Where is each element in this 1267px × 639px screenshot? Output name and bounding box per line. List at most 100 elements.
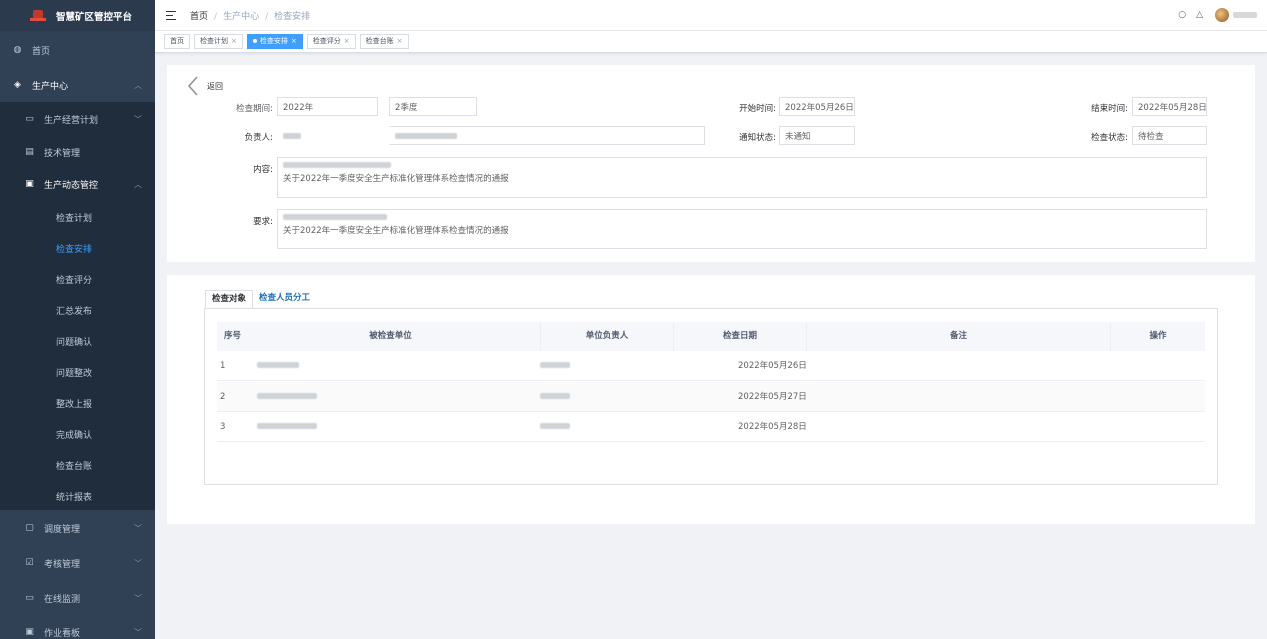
sidebar-subitem-label: 汇总发布 xyxy=(56,306,93,317)
bell-icon[interactable]: △ xyxy=(1196,10,1203,20)
sidebar-item-monitoring[interactable]: ▭ 在线监测 ﹀ xyxy=(0,587,155,609)
table-header: 序号 被检查单位 单位负责人 检查日期 备注 操作 xyxy=(217,322,1205,351)
requirement-text: 关于2022年一季度安全生产标准化管理体系检查情况的通报 xyxy=(283,226,509,236)
col-header-action: 操作 xyxy=(1111,322,1205,351)
breadcrumb-item-production-center[interactable]: 生产中心 xyxy=(223,12,259,22)
chevron-left-icon xyxy=(187,76,198,96)
navbar: 首页 / 生产中心 / 检查安排 ○ △ xyxy=(155,0,1267,31)
table-row[interactable]: 3 2022年05月28日 xyxy=(217,412,1205,442)
year-field[interactable]: 2022年 xyxy=(277,97,378,116)
logo-icon xyxy=(30,9,46,22)
username-blurred[interactable] xyxy=(1233,12,1257,18)
back-label: 返回 xyxy=(207,81,223,91)
cell-date: 2022年05月27日 xyxy=(738,392,807,402)
sidebar: 智慧矿区管控平台 ◍ 首页 ◈ 生产中心 ︿ ▭ 生产经营计划 ﹀ ▤ 技术管理… xyxy=(0,0,155,639)
tag-check-ledger[interactable]: 检查台账 × xyxy=(359,34,409,49)
blurred-text xyxy=(283,162,391,168)
avatar[interactable] xyxy=(1215,8,1229,22)
content-textarea[interactable]: 关于2022年一季度安全生产标准化管理体系检查情况的通报 xyxy=(277,157,1207,198)
end-time-field[interactable]: 2022年05月28日 xyxy=(1132,97,1207,116)
sidebar-item-dispatch[interactable]: ▢ 调度管理 ﹀ xyxy=(0,517,155,539)
check-status-field[interactable]: 待检查 xyxy=(1132,126,1207,145)
breadcrumb: 首页 / 生产中心 / 检查安排 xyxy=(190,11,311,22)
sidebar-item-label: 调度管理 xyxy=(44,524,81,535)
sidebar-item-work-board[interactable]: ▣ 作业看板 ﹀ xyxy=(0,621,155,639)
blurred-text xyxy=(540,362,570,368)
start-time-field[interactable]: 2022年05月26日 xyxy=(779,97,855,116)
sidebar-subitem-check-arrangement[interactable]: 检查安排 xyxy=(0,237,155,259)
tab-inspection-target[interactable]: 检查对象 xyxy=(205,290,254,308)
table-body: 1 2022年05月26日 2 2022年05月27日 3 2022年05月28… xyxy=(217,351,1205,443)
col-header-date: 检查日期 xyxy=(674,322,807,351)
requirement-label: 要求: xyxy=(253,217,273,227)
detail-form-card: 返回 检查期间: 2022年 2季度 开始时间: 2022年05月26日 结束时… xyxy=(167,65,1255,262)
col-header-no: 序号 xyxy=(217,322,241,351)
tab-panel: 序号 被检查单位 单位负责人 检查日期 备注 操作 1 2022年05月26日 … xyxy=(204,308,1218,485)
sidebar-item-production-center[interactable]: ◈ 生产中心 ︿ xyxy=(0,73,155,97)
sidebar-item-dynamic-control[interactable]: ▣ 生产动态管控 ︿ xyxy=(0,173,155,195)
sidebar-item-tech-management[interactable]: ▤ 技术管理 xyxy=(0,141,155,163)
tag-home[interactable]: 首页 xyxy=(164,34,190,49)
close-icon[interactable]: × xyxy=(231,37,237,45)
blurred-text xyxy=(283,214,387,220)
blurred-text xyxy=(257,423,317,429)
sidebar-subitem-check-plan[interactable]: 检查计划 xyxy=(0,206,155,228)
sidebar-item-label: 首页 xyxy=(32,46,51,57)
check-status-label: 检查状态: xyxy=(1091,133,1128,143)
tag-check-plan[interactable]: 检查计划 × xyxy=(194,34,243,49)
sidebar-subitem-complete-confirm[interactable]: 完成确认 xyxy=(0,423,155,445)
dashboard-icon: ◍ xyxy=(13,45,22,55)
sidebar-subitem-label: 问题确认 xyxy=(56,337,93,348)
cell-no: 1 xyxy=(220,361,226,371)
sidebar-subitem-fix-report[interactable]: 整改上报 xyxy=(0,392,155,414)
tabs: 检查对象 检查人员分工 xyxy=(205,290,317,308)
requirement-textarea[interactable]: 关于2022年一季度安全生产标准化管理体系检查情况的通报 xyxy=(277,209,1207,249)
table-row[interactable]: 2 2022年05月27日 xyxy=(217,382,1205,412)
clipboard-icon: ▤ xyxy=(25,147,34,157)
owner-label: 负责人: xyxy=(244,133,273,143)
sidebar-item-home[interactable]: ◍ 首页 xyxy=(0,39,155,61)
sidebar-item-label: 技术管理 xyxy=(44,148,81,159)
blurred-text xyxy=(257,362,299,368)
blurred-text xyxy=(540,423,570,429)
inspection-card: 检查对象 检查人员分工 序号 被检查单位 单位负责人 检查日期 备注 操作 1 … xyxy=(167,275,1255,524)
owner-detail-field[interactable] xyxy=(389,126,705,145)
period-label: 检查期间: xyxy=(236,104,273,114)
sidebar-subitem-label: 统计报表 xyxy=(56,492,93,503)
tab-staff-assignment[interactable]: 检查人员分工 xyxy=(253,290,317,308)
chevron-down-icon: ﹀ xyxy=(134,627,142,637)
sidebar-item-label: 生产动态管控 xyxy=(44,180,99,191)
close-icon[interactable]: × xyxy=(291,37,297,45)
sidebar-subitem-issue-confirm[interactable]: 问题确认 xyxy=(0,330,155,352)
tag-label: 检查评分 xyxy=(312,37,341,45)
content-text: 关于2022年一季度安全生产标准化管理体系检查情况的通报 xyxy=(283,174,509,184)
sidebar-item-operation-plan[interactable]: ▭ 生产经营计划 ﹀ xyxy=(0,108,155,130)
sidebar-subitem-issue-fix[interactable]: 问题整改 xyxy=(0,361,155,383)
search-icon[interactable]: ○ xyxy=(1178,10,1186,20)
back-button[interactable]: 返回 xyxy=(187,75,223,97)
sidebar-subitem-summary-publish[interactable]: 汇总发布 xyxy=(0,299,155,321)
chevron-down-icon: ﹀ xyxy=(134,114,142,124)
col-header-remark: 备注 xyxy=(807,322,1111,351)
tag-check-arrangement[interactable]: 检查安排 × xyxy=(246,34,303,49)
main-area: 首页 / 生产中心 / 检查安排 ○ △ 首页 检查计划 × 检查安排 × 检查评分 × 检查… xyxy=(155,0,1267,639)
close-icon[interactable]: × xyxy=(344,37,350,45)
tag-check-score[interactable]: 检查评分 × xyxy=(306,34,356,49)
sidebar-subitem-label: 问题整改 xyxy=(56,368,93,379)
quarter-field[interactable]: 2季度 xyxy=(389,97,477,116)
sidebar-subitem-check-score[interactable]: 检查评分 xyxy=(0,268,155,290)
sidebar-subitem-stat-report[interactable]: 统计报表 xyxy=(0,485,155,507)
sidebar-item-assessment[interactable]: ☑ 考核管理 ﹀ xyxy=(0,552,155,574)
table-row[interactable]: 1 2022年05月26日 xyxy=(217,351,1205,381)
breadcrumb-item-home[interactable]: 首页 xyxy=(190,12,208,22)
chart-icon: ▣ xyxy=(25,179,34,189)
sidebar-subitem-check-ledger[interactable]: 检查台账 xyxy=(0,454,155,476)
notify-status-field[interactable]: 未通知 xyxy=(779,126,855,145)
navbar-tools: ○ △ xyxy=(1168,8,1257,22)
checkbox-icon: ☑ xyxy=(25,558,34,568)
hamburger-icon[interactable] xyxy=(166,10,176,20)
owner-field[interactable] xyxy=(277,126,378,145)
sidebar-subitem-label: 检查计划 xyxy=(56,213,93,224)
sidebar-item-label: 作业看板 xyxy=(44,628,81,639)
close-icon[interactable]: × xyxy=(397,37,403,45)
